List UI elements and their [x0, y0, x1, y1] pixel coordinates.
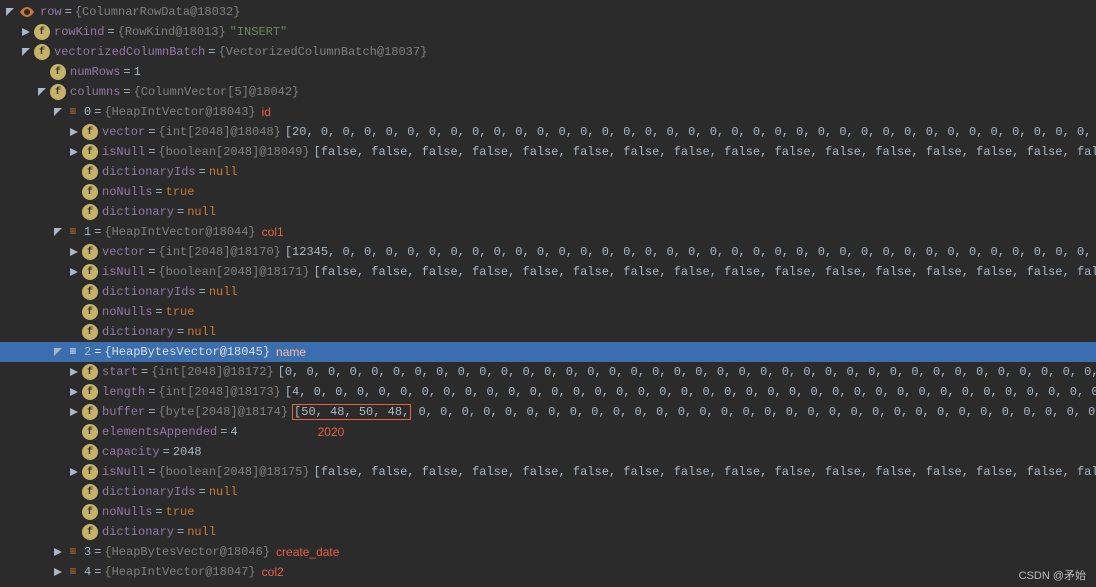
tree-node-nonulls[interactable]: f noNulls = true	[0, 502, 1096, 522]
collapse-arrow-icon[interactable]	[20, 26, 32, 38]
tree-node-start[interactable]: f start = {int[2048]@18172} [0, 0, 0, 0,…	[0, 362, 1096, 382]
field-icon: f	[82, 124, 98, 140]
tree-node-elemapp[interactable]: f elementsAppended = 4 2020	[0, 422, 1096, 442]
watch-icon	[18, 4, 36, 20]
array-icon: ≡	[66, 224, 80, 240]
collapse-arrow-icon[interactable]	[52, 546, 64, 558]
field-icon: f	[82, 464, 98, 480]
field-icon: f	[82, 364, 98, 380]
var-name: row	[40, 5, 62, 19]
tree-node-rowkind[interactable]: f rowKind = {RowKind@18013} "INSERT"	[0, 22, 1096, 42]
expand-arrow-icon[interactable]	[52, 106, 64, 118]
field-icon: f	[82, 324, 98, 340]
annotation: col1	[262, 225, 284, 239]
highlight-box: [50, 48, 50, 48,	[292, 404, 411, 420]
tree-node-row[interactable]: row = {ColumnarRowData@18032}	[0, 2, 1096, 22]
debugger-tree: row = {ColumnarRowData@18032} f rowKind …	[0, 0, 1096, 582]
collapse-arrow-icon[interactable]	[68, 406, 80, 418]
expand-arrow-icon[interactable]	[20, 46, 32, 58]
tree-node-col2-selected[interactable]: ≡ 2 = {HeapBytesVector@18045} name	[0, 342, 1096, 362]
annotation: col2	[262, 565, 284, 579]
tree-node-vcb[interactable]: f vectorizedColumnBatch = {VectorizedCol…	[0, 42, 1096, 62]
tree-node-columns[interactable]: f columns = {ColumnVector[5]@18042}	[0, 82, 1096, 102]
collapse-arrow-icon[interactable]	[68, 246, 80, 258]
annotation: create_date	[276, 545, 339, 559]
field-icon: f	[82, 484, 98, 500]
collapse-arrow-icon[interactable]	[68, 266, 80, 278]
array-icon: ≡	[66, 564, 80, 580]
tree-node-col0[interactable]: ≡ 0 = {HeapIntVector@18043} id	[0, 102, 1096, 122]
field-icon: f	[34, 44, 50, 60]
array-icon: ≡	[66, 544, 80, 560]
field-icon: f	[50, 64, 66, 80]
field-icon: f	[82, 404, 98, 420]
expand-arrow-icon[interactable]	[36, 86, 48, 98]
expand-arrow-icon[interactable]	[52, 346, 64, 358]
tree-node-nonulls[interactable]: f noNulls = true	[0, 182, 1096, 202]
collapse-arrow-icon[interactable]	[68, 366, 80, 378]
collapse-arrow-icon[interactable]	[68, 386, 80, 398]
tree-node-isnull[interactable]: f isNull = {boolean[2048]@18171} [false,…	[0, 262, 1096, 282]
tree-node-vector[interactable]: f vector = {int[2048]@18170} [12345, 0, …	[0, 242, 1096, 262]
collapse-arrow-icon[interactable]	[68, 126, 80, 138]
field-icon: f	[82, 424, 98, 440]
field-icon: f	[82, 204, 98, 220]
tree-node-capacity[interactable]: f capacity = 2048	[0, 442, 1096, 462]
expand-arrow-icon[interactable]	[4, 6, 16, 18]
field-icon: f	[82, 384, 98, 400]
tree-node-dictids[interactable]: f dictionaryIds = null	[0, 282, 1096, 302]
tree-node-vector[interactable]: f vector = {int[2048]@18048} [20, 0, 0, …	[0, 122, 1096, 142]
tree-node-length[interactable]: f length = {int[2048]@18173} [4, 0, 0, 0…	[0, 382, 1096, 402]
tree-node-dictids[interactable]: f dictionaryIds = null	[0, 162, 1096, 182]
tree-node-dictids[interactable]: f dictionaryIds = null	[0, 482, 1096, 502]
tree-node-col3[interactable]: ≡ 3 = {HeapBytesVector@18046} create_dat…	[0, 542, 1096, 562]
tree-node-dict[interactable]: f dictionary = null	[0, 522, 1096, 542]
field-icon: f	[82, 144, 98, 160]
field-icon: f	[82, 444, 98, 460]
field-icon: f	[82, 264, 98, 280]
annotation: name	[276, 345, 306, 359]
tree-node-nonulls[interactable]: f noNulls = true	[0, 302, 1096, 322]
field-icon: f	[82, 504, 98, 520]
watermark: CSDN @矛始	[1019, 567, 1086, 583]
field-icon: f	[82, 164, 98, 180]
tree-node-col1[interactable]: ≡ 1 = {HeapIntVector@18044} col1	[0, 222, 1096, 242]
collapse-arrow-icon[interactable]	[68, 146, 80, 158]
field-icon: f	[34, 24, 50, 40]
tree-node-col4[interactable]: ≡ 4 = {HeapIntVector@18047} col2	[0, 562, 1096, 582]
field-icon: f	[50, 84, 66, 100]
field-icon: f	[82, 524, 98, 540]
tree-node-dict[interactable]: f dictionary = null	[0, 322, 1096, 342]
field-icon: f	[82, 244, 98, 260]
array-icon: ≡	[66, 344, 80, 360]
annotation: id	[262, 105, 271, 119]
var-type: {ColumnarRowData@18032}	[75, 5, 241, 19]
expand-arrow-icon[interactable]	[52, 226, 64, 238]
annotation: 2020	[318, 425, 345, 439]
tree-node-buffer[interactable]: f buffer = {byte[2048]@18174} [50, 48, 5…	[0, 402, 1096, 422]
tree-node-isnull[interactable]: f isNull = {boolean[2048]@18175} [false,…	[0, 462, 1096, 482]
tree-node-numrows[interactable]: f numRows = 1	[0, 62, 1096, 82]
collapse-arrow-icon[interactable]	[52, 566, 64, 578]
field-icon: f	[82, 284, 98, 300]
field-icon: f	[82, 184, 98, 200]
array-icon: ≡	[66, 104, 80, 120]
tree-node-dict[interactable]: f dictionary = null	[0, 202, 1096, 222]
field-icon: f	[82, 304, 98, 320]
collapse-arrow-icon[interactable]	[68, 466, 80, 478]
tree-node-isnull[interactable]: f isNull = {boolean[2048]@18049} [false,…	[0, 142, 1096, 162]
